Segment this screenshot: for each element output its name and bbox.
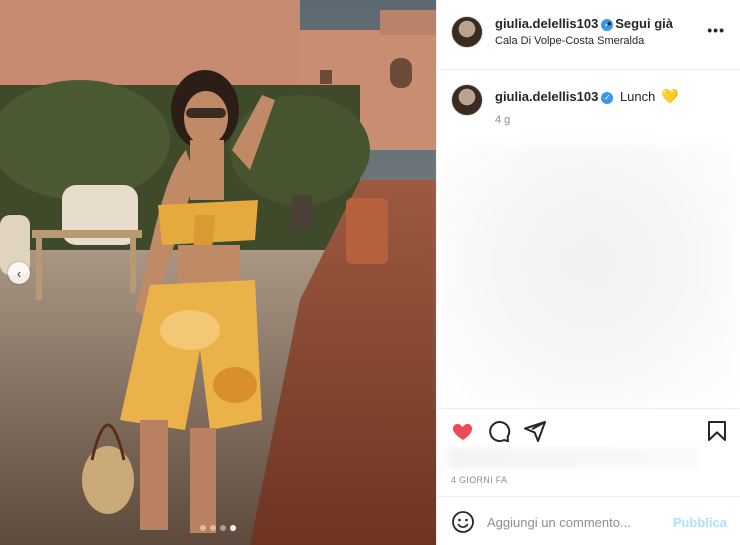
post-image [0, 0, 436, 545]
username-link[interactable]: giulia.delellis103 ✓ [495, 16, 614, 31]
caption: giulia.delellis103 ✓ Lunch 💛 [495, 88, 678, 105]
caption-text: Lunch [619, 89, 656, 104]
more-options-icon[interactable]: ••• [707, 22, 725, 38]
carousel-dot [200, 525, 206, 531]
following-button[interactable]: • Segui già [607, 16, 673, 31]
action-bar [437, 408, 740, 448]
carousel-dots [0, 525, 436, 531]
emoji-icon[interactable] [451, 510, 475, 534]
comment-icon[interactable] [487, 419, 511, 443]
share-icon[interactable] [523, 419, 547, 443]
post-photo[interactable]: ‹ [0, 0, 436, 545]
following-label[interactable]: Segui già [615, 16, 673, 31]
post-header: giulia.delellis103 ✓ • Segui già Cala Di … [437, 0, 740, 70]
caption-username[interactable]: giulia.delellis103 [495, 89, 598, 104]
caption-avatar[interactable] [451, 84, 483, 116]
carousel-dot [220, 525, 226, 531]
carousel-prev-button[interactable]: ‹ [8, 262, 30, 284]
carousel-dot-active [230, 525, 236, 531]
comment-input[interactable] [487, 510, 667, 534]
post-sidebar: giulia.delellis103 ✓ • Segui già Cala Di … [436, 0, 740, 545]
carousel-dot [210, 525, 216, 531]
verified-badge-icon: ✓ [601, 92, 614, 104]
heart-filled-icon[interactable] [451, 419, 475, 443]
caption-timestamp[interactable]: 4 g [495, 114, 510, 126]
comment-bar: Pubblica [437, 496, 740, 545]
yellow-heart-emoji: 💛 [661, 88, 679, 104]
username-text[interactable]: giulia.delellis103 [495, 16, 598, 31]
blurred-comments-area [445, 145, 735, 405]
blurred-likes [449, 448, 699, 468]
bookmark-icon[interactable] [705, 419, 729, 443]
post-date[interactable]: 4 GIORNI FA [451, 475, 507, 485]
follow-separator: • [607, 16, 612, 31]
publish-button[interactable]: Pubblica [673, 515, 727, 530]
avatar[interactable] [451, 16, 483, 48]
location-link[interactable]: Cala Di Volpe-Costa Smeralda [495, 35, 644, 47]
